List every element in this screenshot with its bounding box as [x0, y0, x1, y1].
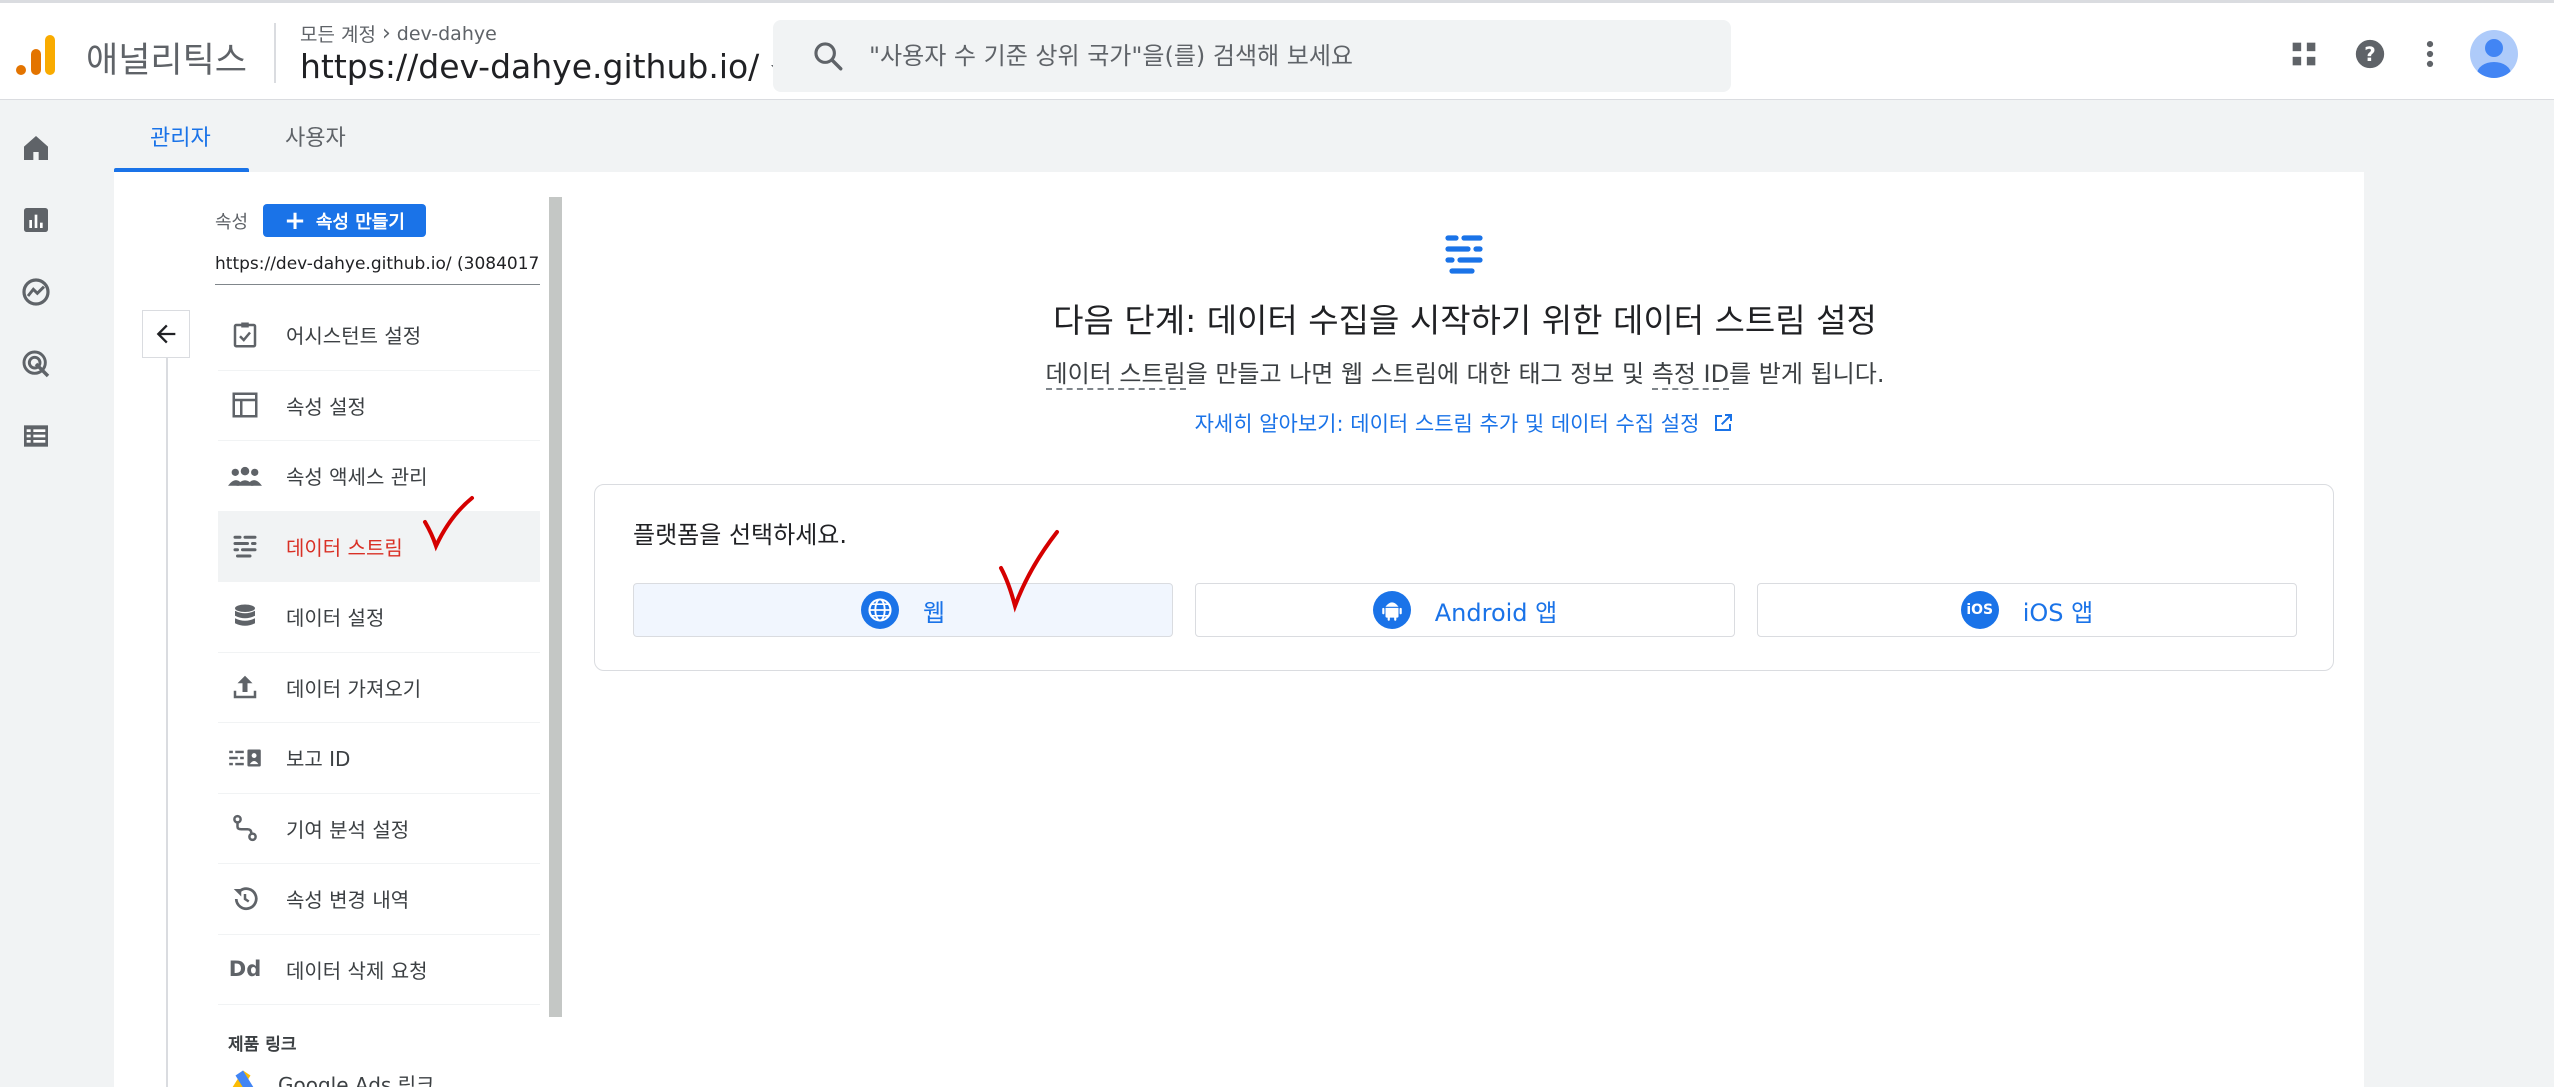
google-ads-icon — [232, 1070, 254, 1087]
attribution-icon — [228, 811, 262, 845]
history-icon — [228, 882, 262, 916]
sidebar-item-assistant-setup[interactable]: 어시스턴트 설정 — [218, 300, 540, 371]
sidebar-item-label: 보고 ID — [286, 747, 351, 772]
sidebar-item-data-deletion-requests[interactable]: Dd 데이터 삭제 요청 — [218, 935, 540, 1005]
title-divider — [274, 23, 276, 83]
property-menu: 어시스턴트 설정 속성 설정 속성 액세스 관리 데이터 스트림 데이터 설정 … — [218, 300, 540, 1005]
sidebar-item-attribution-settings[interactable]: 기여 분석 설정 — [218, 794, 540, 864]
help-icon[interactable]: ? — [2353, 37, 2387, 71]
ios-platform-label: iOS 앱 — [2022, 598, 2094, 627]
people-icon — [228, 459, 262, 493]
sidebar-scrollbar[interactable] — [549, 197, 562, 1017]
arrow-back-icon — [156, 324, 176, 344]
apps-grid-icon[interactable] — [2287, 37, 2321, 71]
data-stream-hero-icon — [1445, 235, 1483, 274]
tab-user[interactable]: 사용자 — [285, 120, 346, 152]
data-stream-icon — [228, 529, 262, 563]
sidebar-item-label: 어시스턴트 설정 — [286, 324, 422, 349]
upload-icon — [228, 670, 262, 704]
sidebar-item-reporting-id[interactable]: 보고 ID — [218, 723, 540, 794]
chevron-right-icon: › — [381, 21, 391, 46]
sidebar-item-label: 속성 액세스 관리 — [286, 465, 428, 490]
ios-icon: iOS — [1960, 591, 1999, 629]
globe-icon — [860, 591, 899, 629]
create-property-label: 속성 만들기 — [315, 211, 405, 233]
ios-platform-button[interactable]: iOS iOS 앱 — [1757, 583, 2297, 637]
account-url: https://dev-dahye.github.io/ — [300, 47, 760, 86]
sidebar-item-label: 데이터 스트림 — [286, 535, 403, 560]
reporting-id-icon — [228, 741, 262, 775]
explore-icon[interactable] — [20, 276, 52, 308]
sidebar-item-data-import[interactable]: 데이터 가져오기 — [218, 653, 540, 723]
web-platform-label: 웹 — [922, 598, 946, 627]
account-picker[interactable]: https://dev-dahye.github.io/ — [300, 47, 788, 86]
data-stream-setup-title: 다음 단계: 데이터 수집을 시작하기 위한 데이터 스트림 설정 — [1053, 301, 1877, 340]
assistant-checklist-icon — [228, 318, 262, 352]
sidebar-item-data-settings[interactable]: 데이터 설정 — [218, 582, 540, 653]
measurement-id-term[interactable]: 측정 ID — [1651, 360, 1730, 390]
sidebar-item-label: 기여 분석 설정 — [286, 817, 410, 842]
home-icon[interactable] — [20, 132, 52, 164]
data-stream-term[interactable]: 데이터 스트림 — [1045, 360, 1186, 390]
learn-more-label: 자세히 알아보기: 데이터 스트림 추가 및 데이터 수집 설정 — [1194, 412, 1700, 436]
person-icon — [2477, 39, 2511, 78]
sidebar-item-label: 속성 설정 — [286, 394, 366, 419]
sidebar-item-property-access[interactable]: 속성 액세스 관리 — [218, 441, 540, 512]
svg-text:?: ? — [2364, 43, 2376, 66]
advertising-icon[interactable] — [20, 348, 52, 380]
check-mark-annotation — [423, 496, 474, 552]
data-deletion-icon: Dd — [228, 957, 262, 982]
sidebar-item-data-streams[interactable]: 데이터 스트림 — [218, 511, 540, 582]
platform-prompt: 플랫폼을 선택하세요. — [633, 521, 847, 549]
breadcrumb[interactable]: 모든 계정 › dev-dahye — [300, 20, 497, 47]
android-icon — [1372, 591, 1411, 629]
data-stream-setup-subtitle: 데이터 스트림을 만들고 나면 웹 스트림에 대한 태그 정보 및 측정 ID를… — [600, 354, 2330, 390]
tab-admin[interactable]: 관리자 — [150, 120, 211, 152]
learn-more-link[interactable]: 자세히 알아보기: 데이터 스트림 추가 및 데이터 수집 설정 — [600, 408, 2330, 438]
create-property-button[interactable]: + 속성 만들기 — [263, 204, 426, 237]
back-button[interactable] — [142, 310, 190, 358]
database-icon — [228, 600, 262, 634]
open-in-new-icon — [1715, 414, 1733, 431]
product-links-heading: 제품 링크 — [228, 1035, 297, 1055]
account-avatar[interactable] — [2470, 30, 2518, 78]
google-ads-link-label: Google Ads 링크 — [278, 1072, 435, 1087]
configure-list-icon[interactable] — [20, 420, 52, 452]
breadcrumb-root[interactable]: 모든 계정 — [300, 20, 376, 47]
sidebar-item-label: 데이터 설정 — [286, 606, 385, 631]
sidebar-item-label: 속성 변경 내역 — [286, 888, 410, 913]
platform-selection-card: 플랫폼을 선택하세요. 웹 Android 앱 iOS iOS 앱 — [594, 484, 2334, 671]
reports-icon[interactable] — [20, 204, 52, 236]
subtitle-text-end: 를 받게 됩니다. — [1729, 360, 1885, 388]
search-bar[interactable] — [773, 20, 1731, 92]
sidebar-item-label: 데이터 삭제 요청 — [286, 958, 428, 983]
app-title: 애널리틱스 — [86, 41, 248, 81]
search-input[interactable] — [869, 42, 1689, 70]
web-platform-button[interactable]: 웹 — [633, 583, 1173, 637]
sidebar-item-google-ads-links[interactable]: Google Ads 링크 — [228, 1068, 435, 1087]
check-mark-annotation — [999, 530, 1059, 613]
property-selector[interactable]: https://dev-dahye.github.io/ (30840174… — [215, 254, 540, 285]
sidebar-divider — [166, 310, 168, 1087]
android-platform-button[interactable]: Android 앱 — [1195, 583, 1735, 637]
property-settings-icon — [228, 388, 262, 422]
top-app-bar: 애널리틱스 모든 계정 › dev-dahye https://dev-dahy… — [0, 0, 2554, 100]
more-vert-icon[interactable] — [2413, 37, 2447, 71]
analytics-logo-icon[interactable] — [15, 33, 59, 77]
breadcrumb-account[interactable]: dev-dahye — [397, 23, 497, 45]
property-label: 속성 — [215, 212, 249, 233]
plus-icon: + — [284, 205, 306, 236]
sidebar-item-property-change-history[interactable]: 속성 변경 내역 — [218, 864, 540, 935]
sidebar-item-property-settings[interactable]: 속성 설정 — [218, 371, 540, 441]
sidebar-item-label: 데이터 가져오기 — [286, 676, 422, 701]
android-platform-label: Android 앱 — [1434, 598, 1558, 627]
subtitle-text-mid: 을 만들고 나면 웹 스트림에 대한 태그 정보 및 — [1185, 360, 1652, 388]
search-icon — [814, 42, 843, 71]
